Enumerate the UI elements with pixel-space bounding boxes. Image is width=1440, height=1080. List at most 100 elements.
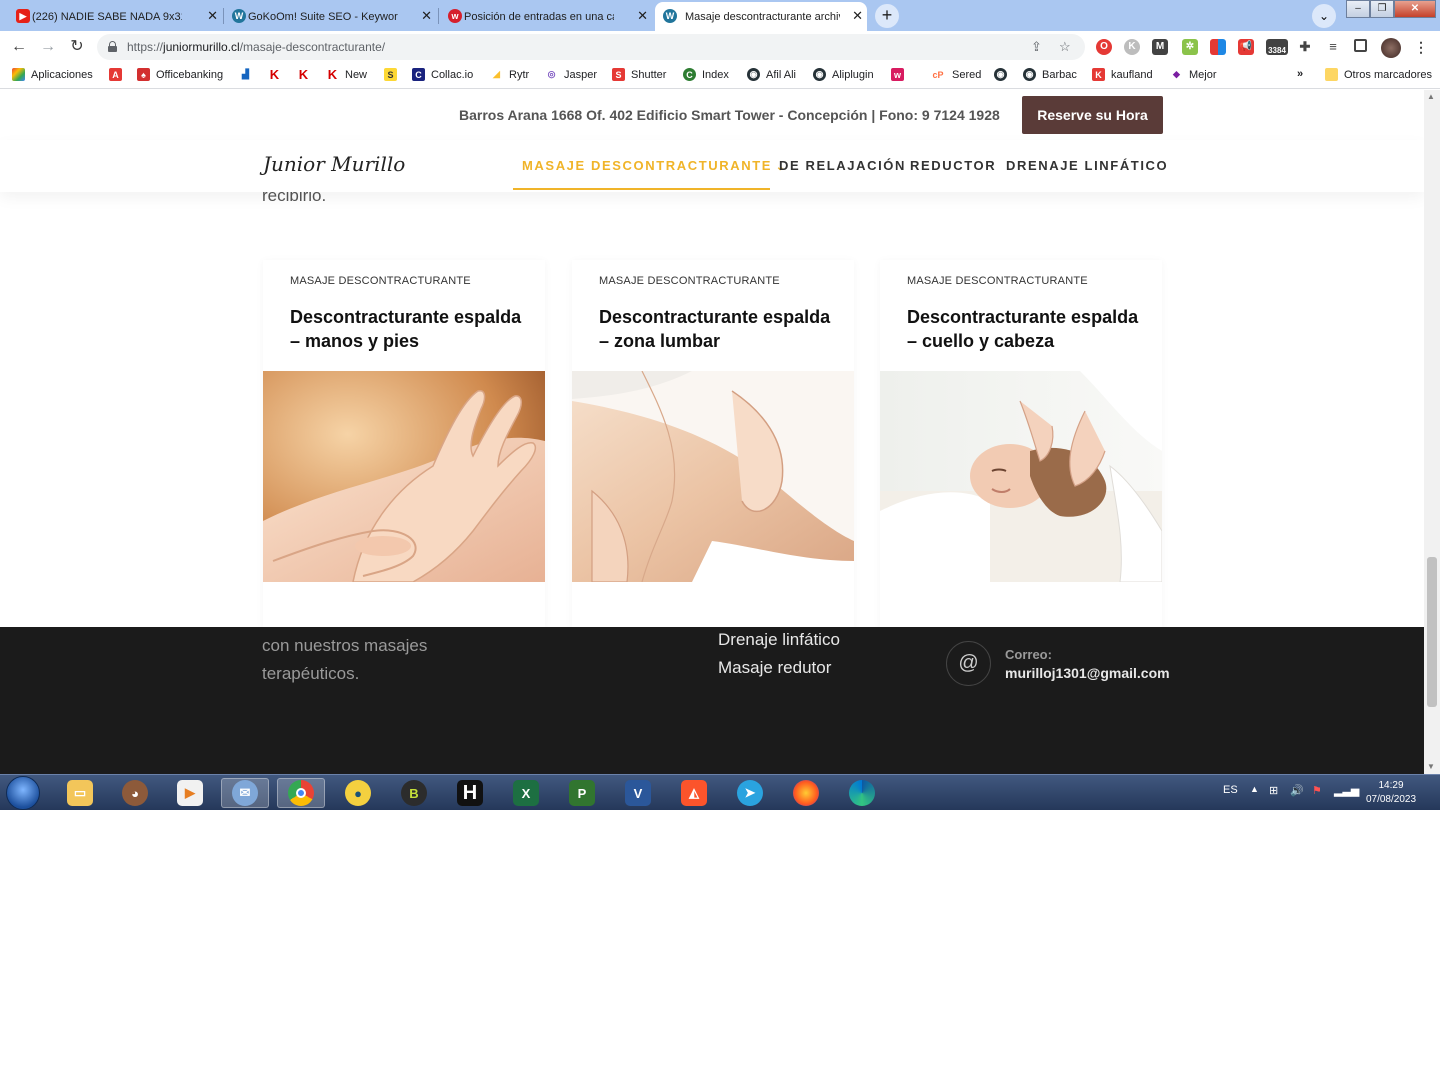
- bookmark-icon-a[interactable]: A: [109, 68, 128, 81]
- bookmark-yellow[interactable]: S: [384, 68, 403, 81]
- share-icon[interactable]: ⇪: [1031, 39, 1042, 55]
- bookmark-apps[interactable]: Aplicaciones: [12, 68, 93, 81]
- taskbar-excel[interactable]: X: [502, 778, 550, 808]
- profile-avatar-icon[interactable]: [1381, 38, 1401, 58]
- post-card-1[interactable]: MASAJE DESCONTRACTURANTE Descontracturan…: [263, 260, 545, 630]
- bookmark-w[interactable]: w: [891, 68, 910, 81]
- bookmark-collacio[interactable]: C Collac.io: [412, 68, 473, 81]
- bookmark-k1[interactable]: K: [268, 67, 287, 82]
- post-category[interactable]: MASAJE DESCONTRACTURANTE: [907, 275, 1088, 287]
- scroll-down-arrow-icon[interactable]: ▼: [1427, 762, 1435, 771]
- close-tab-icon[interactable]: ✕: [421, 8, 432, 24]
- sidepanel-icon[interactable]: [1354, 39, 1367, 52]
- taskbar-mail[interactable]: ✉: [221, 778, 269, 808]
- address-bar[interactable]: https://juniormurillo.cl/masaje-descontr…: [97, 34, 1085, 60]
- taskbar-h-app[interactable]: H: [446, 778, 494, 808]
- taskbar-telegram[interactable]: ➤: [726, 778, 774, 808]
- page-scrollbar[interactable]: ▲ ▼: [1424, 90, 1440, 774]
- bookmark-barbac[interactable]: ◉ Barbac: [1023, 68, 1077, 81]
- bookmark-new[interactable]: K New: [326, 67, 367, 82]
- m-extension-icon[interactable]: M: [1152, 39, 1168, 55]
- bookmark-jasper[interactable]: ◎ Jasper: [545, 68, 597, 81]
- reading-list-icon[interactable]: ≡: [1325, 39, 1341, 55]
- counter-extension-icon[interactable]: 3384: [1266, 39, 1288, 55]
- head-massage-photo[interactable]: [880, 371, 1162, 582]
- taskbar-visio[interactable]: V: [614, 778, 662, 808]
- bookmark-afil-ali[interactable]: ◉ Afil Ali: [747, 68, 796, 81]
- close-tab-icon[interactable]: ✕: [207, 8, 218, 24]
- megaphone-extension-icon[interactable]: 📢: [1238, 39, 1254, 55]
- hand-massage-photo[interactable]: [263, 371, 545, 582]
- back-arrow-icon[interactable]: ←: [8, 37, 30, 57]
- bookmark-globe[interactable]: ◉: [994, 68, 1013, 81]
- tab-search-icon[interactable]: ⌄: [1312, 4, 1336, 28]
- taskbar-edge[interactable]: [838, 778, 886, 808]
- post-category[interactable]: MASAJE DESCONTRACTURANTE: [599, 275, 780, 287]
- close-tab-icon[interactable]: ✕: [852, 8, 863, 24]
- post-card-2[interactable]: MASAJE DESCONTRACTURANTE Descontracturan…: [572, 260, 854, 630]
- post-title[interactable]: Descontracturante espalda – zona lumbar: [599, 305, 839, 353]
- start-button[interactable]: [6, 776, 40, 810]
- taskbar-firefox[interactable]: [782, 778, 830, 808]
- browser-tab-1[interactable]: ▶ (226) NADIE SABE NADA 9x31 | A ✕: [14, 2, 222, 31]
- system-clock[interactable]: 14:29 07/08/2023: [1360, 779, 1422, 807]
- language-indicator[interactable]: ES: [1223, 784, 1238, 796]
- bookmark-officebanking[interactable]: ♠ Officebanking: [137, 68, 223, 81]
- volume-icon[interactable]: 🔊: [1290, 784, 1304, 797]
- k-extension-icon[interactable]: K: [1124, 39, 1140, 55]
- reload-icon[interactable]: ↻: [66, 37, 88, 57]
- bookmark-mejor[interactable]: ◆ Mejor: [1170, 68, 1216, 81]
- network-device-icon[interactable]: ⊞: [1269, 784, 1278, 797]
- gear-green-extension-icon[interactable]: ✲: [1182, 39, 1198, 55]
- tray-expand-arrow-icon[interactable]: ▲: [1250, 784, 1259, 794]
- opera-extension-icon[interactable]: O: [1096, 39, 1112, 55]
- bookmark-k2[interactable]: K: [297, 67, 316, 82]
- signal-icon[interactable]: ▂▃▅: [1334, 784, 1359, 797]
- taskbar-media-player[interactable]: ▶: [166, 778, 214, 808]
- taskbar-brave[interactable]: ◭: [670, 778, 718, 808]
- forward-arrow-icon[interactable]: →: [37, 37, 59, 57]
- reserve-button[interactable]: Reserve su Hora: [1022, 96, 1163, 134]
- taskbar-explorer[interactable]: ▭: [56, 778, 104, 808]
- bookmark-star-icon[interactable]: ☆: [1059, 39, 1071, 55]
- menu-reductor[interactable]: REDUCTOR: [910, 158, 996, 173]
- colorbar-extension-icon[interactable]: [1210, 39, 1226, 55]
- post-title[interactable]: Descontracturante espalda – cuello y cab…: [907, 305, 1147, 353]
- scroll-thumb[interactable]: [1427, 557, 1437, 707]
- bookmark-rytr[interactable]: ◢ Rytr: [490, 68, 529, 81]
- taskbar-globe-app[interactable]: ●: [334, 778, 382, 808]
- lock-icon[interactable]: [108, 41, 117, 52]
- browser-tab-3[interactable]: w Posición de entradas en una cate ✕: [446, 2, 652, 31]
- site-logo[interactable]: Junior Murillo: [263, 152, 405, 176]
- bookmark-chart[interactable]: ▟: [239, 68, 258, 81]
- back-massage-photo[interactable]: [572, 371, 854, 582]
- taskbar-animal-app[interactable]: ◕: [111, 778, 159, 808]
- browser-tab-2[interactable]: W GoKoOm! Suite SEO - Keywords ✕: [230, 2, 436, 31]
- bookmark-aliplugin[interactable]: ◉ Aliplugin: [813, 68, 874, 81]
- taskbar-b-app[interactable]: B: [390, 778, 438, 808]
- close-window-button[interactable]: ✕: [1394, 0, 1436, 18]
- browser-tab-4-active[interactable]: W Masaje descontracturante archivo ✕: [655, 2, 867, 31]
- post-category[interactable]: MASAJE DESCONTRACTURANTE: [290, 275, 471, 287]
- scroll-up-arrow-icon[interactable]: ▲: [1427, 92, 1435, 101]
- bookmark-sered[interactable]: cP Sered: [930, 68, 981, 81]
- close-tab-icon[interactable]: ✕: [637, 8, 648, 24]
- menu-drenaje-linfatico[interactable]: DRENAJE LINFÁTICO: [1006, 158, 1168, 173]
- footer-link-reductor[interactable]: Masaje redutor: [718, 658, 831, 678]
- other-bookmarks-folder[interactable]: Otros marcadores: [1325, 68, 1432, 81]
- menu-masaje-descontracturante[interactable]: MASAJE DESCONTRACTURANTE ⌄: [522, 158, 786, 173]
- bookmark-kaufland[interactable]: Kkaufland: [1092, 68, 1153, 81]
- new-tab-button[interactable]: +: [875, 4, 899, 28]
- more-bookmarks-button[interactable]: »: [1297, 68, 1303, 80]
- email-address[interactable]: murilloj1301@gmail.com: [1005, 665, 1170, 681]
- taskbar-chrome[interactable]: [277, 778, 325, 808]
- post-title[interactable]: Descontracturante espalda – manos y pies: [290, 305, 530, 353]
- puzzle-extensions-icon[interactable]: ✚: [1297, 39, 1313, 55]
- footer-link-drenaje[interactable]: Drenaje linfático: [718, 630, 840, 650]
- menu-de-relajacion[interactable]: DE RELAJACIÓN: [779, 158, 906, 173]
- bookmark-shutter[interactable]: S Shutter: [612, 68, 666, 81]
- action-center-flag-icon[interactable]: ⚑: [1312, 784, 1322, 797]
- bookmark-index[interactable]: C Index: [683, 68, 729, 81]
- menu-kebab-icon[interactable]: ⋮: [1413, 39, 1429, 55]
- minimize-button[interactable]: –: [1346, 0, 1370, 18]
